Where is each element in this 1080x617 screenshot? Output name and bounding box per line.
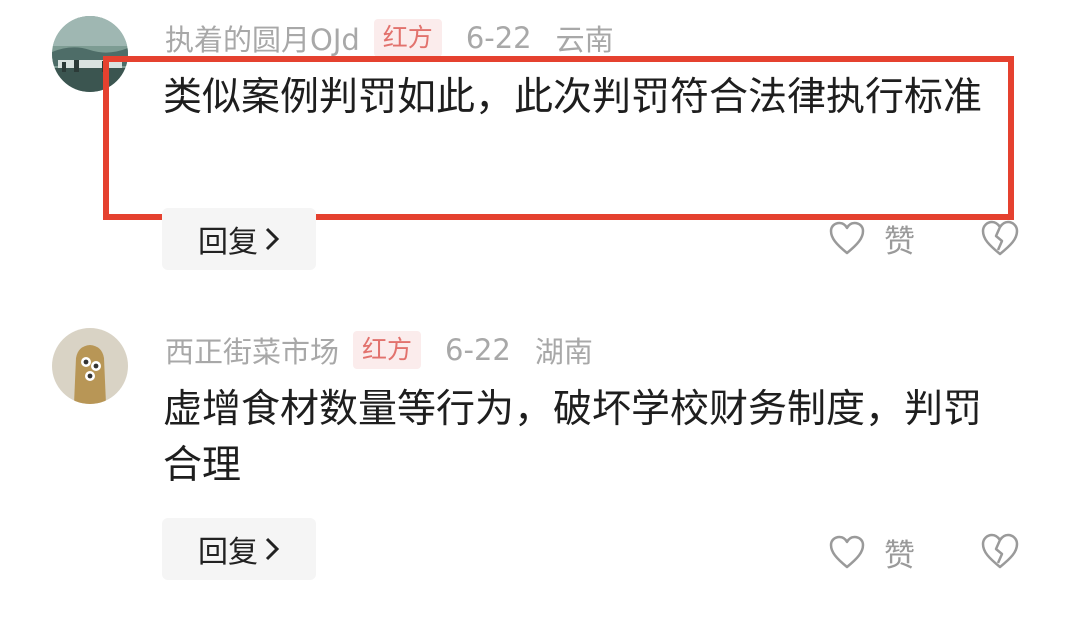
reply-button[interactable]: 回复 [162, 518, 316, 580]
reply-button[interactable]: 回复 [162, 208, 316, 270]
broken-heart-icon[interactable] [980, 532, 1020, 570]
chevron-right-icon [265, 537, 280, 561]
heart-outline-icon [829, 535, 865, 569]
comment-location: 云南 [555, 23, 614, 57]
like-label: 赞 [884, 223, 915, 260]
like-button[interactable]: 赞 [828, 218, 915, 260]
comment-date: 6-22 [445, 333, 511, 367]
comment-date: 6-22 [465, 21, 532, 55]
comment-item: 西正街菜市场 红方 6-22 湖南 虚增食材数量等行为，破坏学校财务制度，判罚合… [0, 310, 1080, 610]
comment-text: 虚增食材数量等行为，破坏学校财务制度，判罚合理 [163, 387, 983, 488]
broken-heart-icon[interactable] [980, 219, 1020, 257]
highlight-box [103, 56, 1014, 220]
like-button[interactable]: 赞 [828, 532, 915, 574]
camp-tag: 红方 [353, 331, 422, 369]
comment-meta: 西正街菜市场 红方 6-22 湖南 [165, 330, 593, 370]
comment-location: 湖南 [534, 335, 593, 369]
reply-label: 回复 [198, 535, 258, 570]
username[interactable]: 执着的圆月OJd [165, 17, 360, 59]
username[interactable]: 西正街菜市场 [165, 329, 339, 371]
comment-item: 执着的圆月OJd 红方 6-22 云南 类似案例判罚如此，此次判罚符合法律执行标… [0, 0, 1080, 300]
heart-outline-icon [829, 221, 865, 255]
reply-label: 回复 [198, 225, 258, 260]
camp-tag: 红方 [373, 19, 442, 57]
like-label: 赞 [884, 537, 915, 574]
avatar[interactable] [52, 328, 128, 404]
comment-meta: 执着的圆月OJd 红方 6-22 云南 [165, 18, 614, 58]
chevron-right-icon [265, 227, 280, 251]
comment-list: 执着的圆月OJd 红方 6-22 云南 类似案例判罚如此，此次判罚符合法律执行标… [0, 0, 1080, 617]
